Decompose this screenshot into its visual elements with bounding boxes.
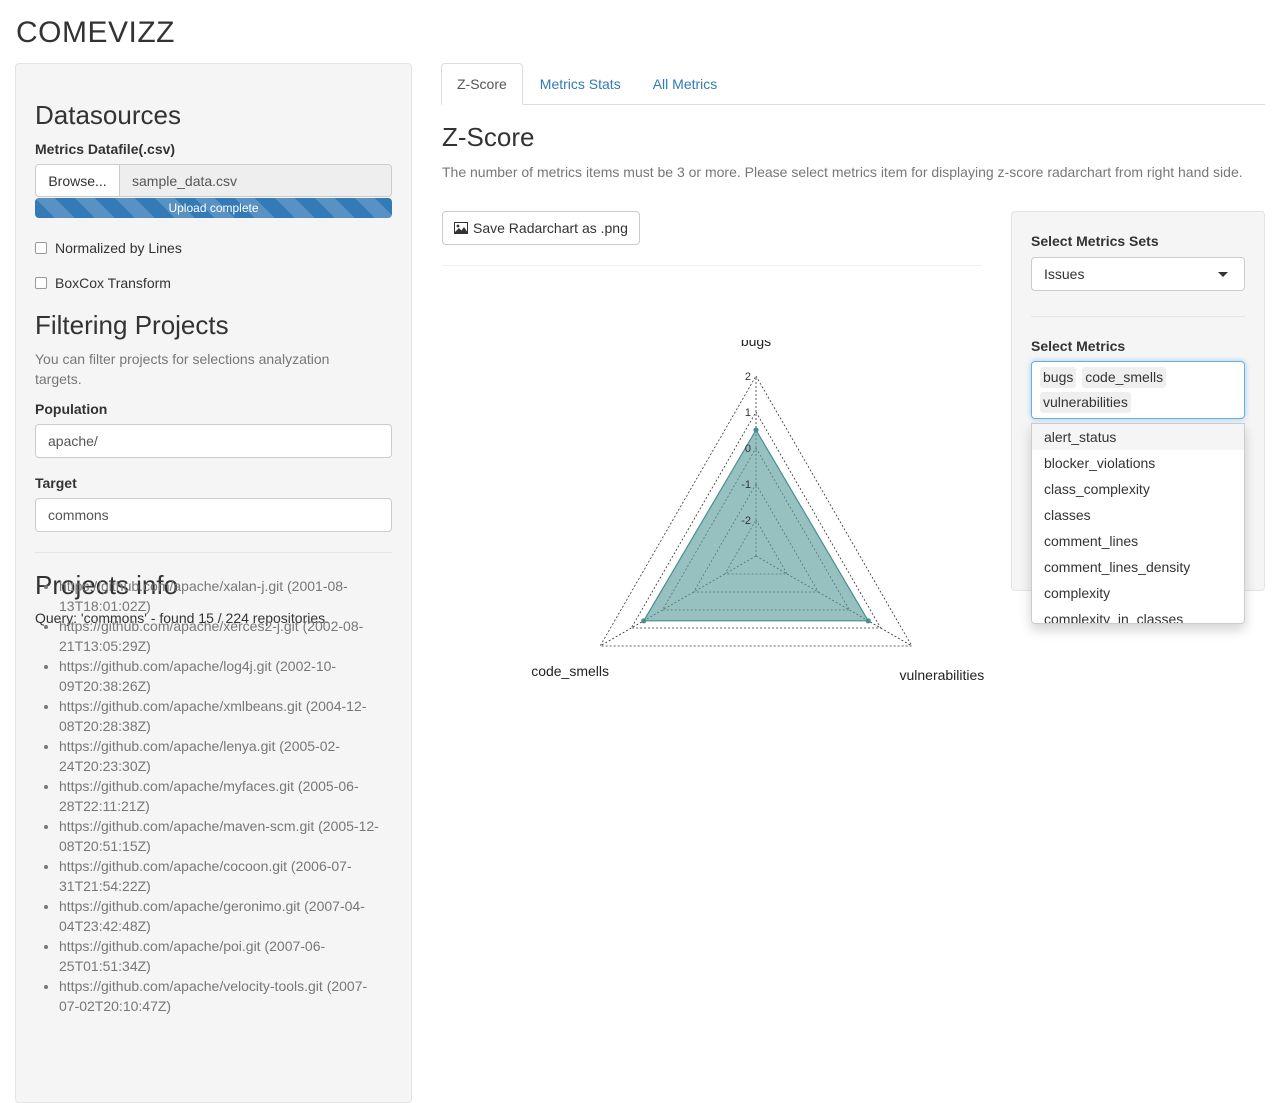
radar-tick-label: 1 [745, 407, 751, 419]
panel-divider [1031, 316, 1245, 317]
metrics-sets-label: Select Metrics Sets [1031, 233, 1159, 249]
normalized-checkbox[interactable]: Normalized by Lines [35, 240, 182, 256]
metrics-datafile-label: Metrics Datafile(.csv) [35, 141, 176, 157]
tab-z-score[interactable]: Z-Score [441, 63, 523, 105]
browse-button[interactable]: Browse... [35, 164, 120, 197]
selected-metric-chip[interactable]: code_smells [1082, 367, 1167, 388]
population-label: Population [35, 401, 108, 417]
dropdown-option[interactable]: class_complexity [1032, 476, 1244, 502]
target-label: Target [35, 475, 77, 491]
page-title: Z-Score [442, 122, 535, 152]
dropdown-option[interactable]: blocker_violations [1032, 450, 1244, 476]
normalized-checkbox-label: Normalized by Lines [55, 240, 182, 256]
repository-item: https://github.com/apache/myfaces.git (2… [59, 776, 380, 816]
repository-list: https://github.com/apache/xalan-j.git (2… [40, 576, 380, 1016]
upload-progress-bar: Upload complete [35, 198, 392, 218]
file-name-field: sample_data.csv [120, 164, 392, 197]
dropdown-option[interactable]: comment_lines [1032, 528, 1244, 554]
metrics-dropdown: alert_status blocker_violations class_co… [1031, 423, 1245, 624]
metrics-sets-select[interactable]: Issues [1031, 257, 1245, 291]
radar-tick-label: -1 [741, 479, 751, 491]
radar-data-point [641, 618, 647, 624]
radar-tick-label: -2 [741, 515, 751, 527]
repository-item: https://github.com/apache/xerces2-j.git … [59, 616, 380, 656]
zscore-radar-chart: 2 1 0 -1 -2 bugs vulnerabilities code_smells [531, 340, 984, 683]
file-upload-group: Browse... sample_data.csv [35, 164, 392, 197]
sidebar-divider [35, 552, 392, 553]
dropdown-option[interactable]: alert_status [1032, 424, 1244, 450]
target-input[interactable]: commons [35, 498, 392, 532]
metrics-multi-select[interactable]: bugs code_smells vulnerabilities [1031, 361, 1245, 419]
repository-item: https://github.com/apache/geronimo.git (… [59, 896, 380, 936]
dropdown-option[interactable]: complexity_in_classes [1032, 606, 1244, 623]
dropdown-option[interactable]: classes [1032, 502, 1244, 528]
repository-item: https://github.com/apache/velocity-tools… [59, 976, 380, 1016]
tab-all-metrics[interactable]: All Metrics [638, 63, 733, 105]
main-divider [442, 265, 982, 266]
radar-axis-label: code_smells [531, 663, 609, 679]
radar-axis-label: vulnerabilities [899, 667, 984, 683]
datasources-heading: Datasources [35, 100, 181, 130]
save-radarchart-button[interactable]: Save Radarchart as .png [442, 211, 640, 245]
metrics-label: Select Metrics [1031, 338, 1126, 354]
image-icon [454, 222, 468, 234]
radar-tick-label: 2 [745, 371, 751, 383]
normalized-checkbox-box[interactable] [35, 242, 47, 254]
repository-item: https://github.com/apache/log4j.git (200… [59, 656, 380, 696]
repository-item: https://github.com/apache/maven-scm.git … [59, 816, 380, 856]
save-radarchart-label: Save Radarchart as .png [473, 220, 628, 236]
radar-data-point [753, 427, 759, 433]
radar-axis-label: bugs [741, 340, 771, 349]
selected-metric-chip[interactable]: bugs [1040, 367, 1077, 388]
radar-tick-label: 0 [745, 443, 751, 455]
repository-item: https://github.com/apache/lenya.git (200… [59, 736, 380, 776]
upload-progress: Upload complete [35, 198, 392, 218]
dropdown-option[interactable]: complexity [1032, 580, 1244, 606]
repository-item: https://github.com/apache/xalan-j.git (2… [59, 576, 380, 616]
radar-data-point [865, 618, 871, 624]
caret-down-icon [1218, 272, 1228, 277]
population-input[interactable]: apache/ [35, 424, 392, 458]
repository-item: https://github.com/apache/cocoon.git (20… [59, 856, 380, 896]
main-tabs: Z-Score Metrics Stats All Metrics [441, 63, 1265, 105]
zscore-description: The number of metrics items must be 3 or… [442, 164, 1243, 180]
metrics-sets-value: Issues [1044, 266, 1085, 282]
dropdown-option[interactable]: comment_lines_density [1032, 554, 1244, 580]
filtering-heading: Filtering Projects [35, 310, 229, 340]
repository-item: https://github.com/apache/xmlbeans.git (… [59, 696, 380, 736]
tab-metrics-stats[interactable]: Metrics Stats [525, 63, 636, 105]
app-title: COMEVIZZ [16, 16, 175, 49]
boxcox-checkbox[interactable]: BoxCox Transform [35, 275, 171, 291]
selected-metric-chip[interactable]: vulnerabilities [1040, 392, 1131, 413]
boxcox-checkbox-label: BoxCox Transform [55, 275, 171, 291]
boxcox-checkbox-box[interactable] [35, 277, 47, 289]
filtering-help-text: You can filter projects for selections a… [35, 351, 330, 387]
radar-series-area [642, 428, 870, 622]
repository-item: https://github.com/apache/poi.git (2007-… [59, 936, 380, 976]
